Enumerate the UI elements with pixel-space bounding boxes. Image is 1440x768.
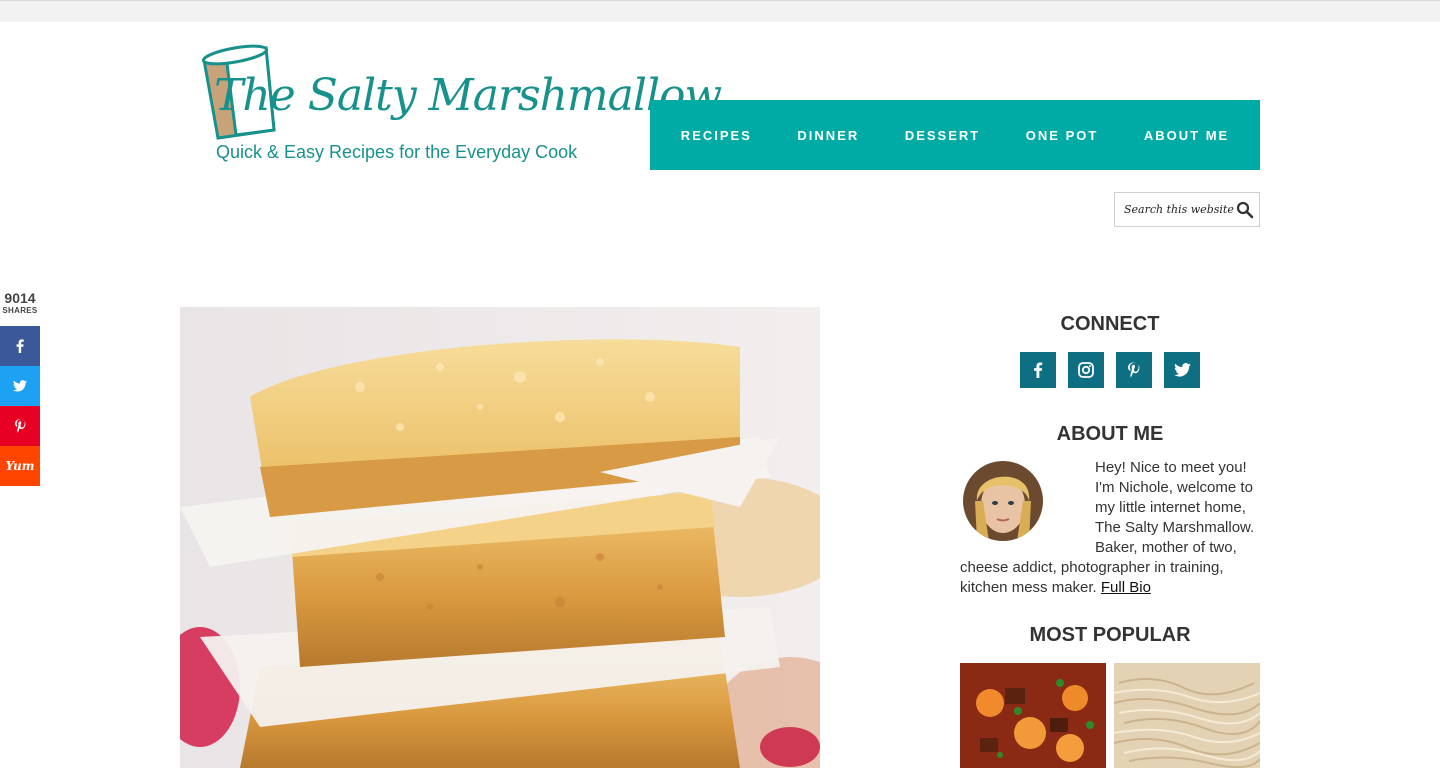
search-icon[interactable] [1236, 201, 1254, 219]
search-input[interactable]: Search this website [1114, 192, 1260, 227]
popular-post-thumb[interactable] [960, 663, 1106, 768]
share-bar: 9014 SHARES Yum [0, 290, 40, 486]
social-instagram-button[interactable] [1068, 352, 1104, 388]
social-facebook-button[interactable] [1020, 352, 1056, 388]
share-facebook-button[interactable] [0, 326, 40, 366]
full-bio-link[interactable]: Full Bio [1101, 579, 1151, 596]
browser-top-strip [0, 0, 1440, 22]
most-popular-heading: MOST POPULAR [1029, 624, 1191, 646]
site-logo[interactable]: The Salty Marshmallow Quick & Easy Recip… [196, 40, 722, 170]
popular-post-thumb[interactable] [1114, 663, 1260, 768]
logo-title: The Salty Marshmallow [214, 70, 722, 121]
about-section: Hey! Nice to meet you! I'm Nichole, welc… [960, 458, 1260, 598]
avatar [963, 461, 1043, 541]
twitter-icon [13, 380, 27, 392]
pinterest-icon [14, 419, 25, 433]
nav-item-dessert[interactable]: DESSERT [905, 128, 980, 143]
blondie-bars-photo [180, 307, 820, 768]
share-yummly-button[interactable]: Yum [0, 446, 40, 486]
share-pinterest-button[interactable] [0, 406, 40, 446]
nav-item-dinner[interactable]: DINNER [797, 128, 859, 143]
share-label: SHARES [2, 306, 38, 315]
pinterest-icon [1128, 362, 1140, 378]
social-pinterest-button[interactable] [1116, 352, 1152, 388]
share-twitter-button[interactable] [0, 366, 40, 406]
author-photo [963, 461, 1043, 541]
social-twitter-button[interactable] [1164, 352, 1200, 388]
logo-tagline: Quick & Easy Recipes for the Everyday Co… [216, 142, 578, 162]
twitter-icon [1173, 363, 1191, 377]
instagram-icon [1078, 362, 1094, 378]
nav-item-about-me[interactable]: ABOUT ME [1144, 128, 1229, 143]
social-icons [1020, 352, 1200, 388]
beef-stew-photo [960, 663, 1106, 768]
yummly-icon: Yum [5, 459, 35, 473]
about-heading: ABOUT ME [1056, 423, 1164, 445]
connect-heading: CONNECT [1060, 313, 1160, 335]
nav-item-one-pot[interactable]: ONE POT [1026, 128, 1099, 143]
shredded-chicken-photo [1114, 663, 1260, 768]
main-nav: RECIPES DINNER DESSERT ONE POT ABOUT ME [650, 100, 1260, 170]
facebook-icon [16, 339, 24, 353]
hero-image [180, 307, 820, 768]
search-placeholder: Search this website [1124, 203, 1234, 216]
facebook-icon [1034, 362, 1043, 378]
nav-item-recipes[interactable]: RECIPES [681, 128, 752, 143]
share-count: 9014 [4, 290, 36, 306]
